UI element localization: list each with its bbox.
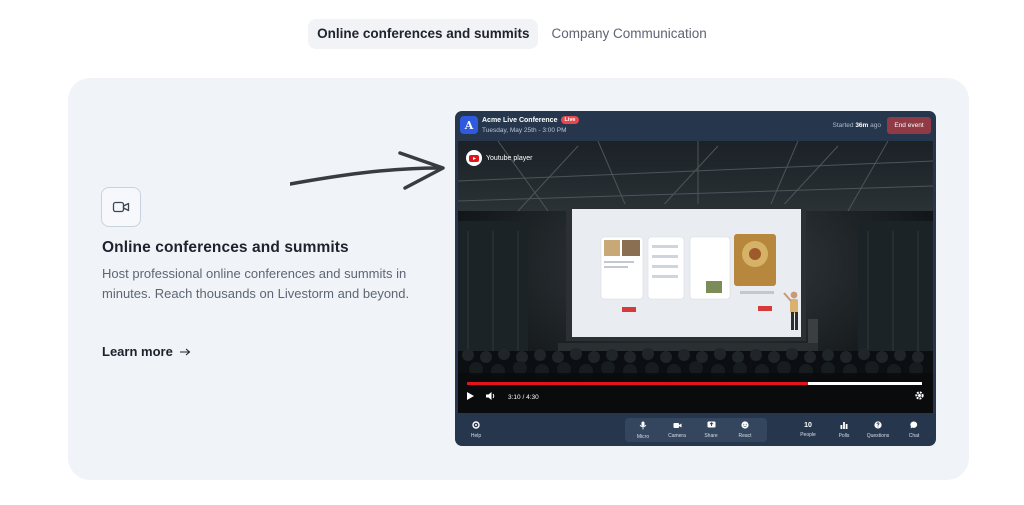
camera-label: Camera (668, 432, 686, 439)
help-icon (472, 421, 480, 431)
play-icon[interactable] (466, 388, 475, 406)
started-suffix: ago (870, 122, 881, 129)
learn-more-label: Learn more (102, 344, 173, 359)
help-label: Help (470, 433, 482, 439)
started-prefix: Started (832, 122, 854, 129)
emoji-icon (741, 421, 749, 431)
feature-card: Online conferences and summits Host prof… (68, 78, 969, 480)
youtube-player-text: Youtube player (486, 154, 533, 162)
video-progress-fill (467, 382, 809, 385)
react-button[interactable]: React (733, 414, 757, 446)
event-toolbar: Help Micro Camera Share React 10 People … (455, 414, 936, 446)
app-window: A Acme Live Conference Live Tuesday, May… (455, 111, 936, 446)
hand-drawn-arrow-icon (288, 150, 450, 201)
questions-button[interactable]: Questions (863, 414, 893, 446)
video-controls: 3:10 / 4:30 (466, 390, 925, 404)
learn-more-link[interactable]: Learn more (102, 344, 191, 359)
end-event-button[interactable]: End event (887, 117, 931, 134)
event-avatar: A (460, 116, 478, 134)
people-label: People (800, 432, 816, 438)
microphone-icon (639, 421, 647, 432)
live-badge: Live (561, 116, 579, 124)
help-button[interactable]: Help (469, 414, 483, 446)
people-button[interactable]: 10 People (797, 414, 819, 446)
chat-button[interactable]: Chat (905, 414, 923, 446)
gear-icon[interactable] (914, 388, 925, 406)
started-value: 36m (855, 122, 869, 129)
event-title: Acme Live Conference (482, 116, 558, 124)
micro-button[interactable]: Micro (631, 414, 655, 446)
tab-online-conferences[interactable]: Online conferences and summits (308, 19, 539, 49)
chat-bubble-icon (910, 421, 918, 431)
questions-label: Questions (866, 433, 890, 439)
video-player[interactable]: Youtube player 3:10 / 4:30 (458, 141, 933, 413)
video-progress-bar[interactable] (467, 382, 922, 385)
bar-chart-icon (840, 421, 848, 431)
people-count: 10 (804, 422, 812, 429)
volume-icon[interactable] (485, 388, 496, 406)
youtube-player-label: Youtube player (466, 150, 532, 166)
youtube-icon (466, 150, 482, 166)
started-status: Started 36m ago (833, 122, 881, 129)
feature-description: Host professional online conferences and… (102, 266, 410, 301)
micro-label: Micro (636, 433, 650, 440)
camera-icon (673, 422, 682, 431)
tab-company-communication[interactable]: Company Communication (542, 19, 715, 49)
arrow-right-icon (179, 344, 191, 359)
camera-button[interactable]: Camera (663, 414, 691, 446)
share-label: Share (704, 433, 718, 439)
polls-button[interactable]: Polls (835, 414, 853, 446)
tab-bar: Online conferences and summits Company C… (0, 19, 1024, 49)
stage-scene-image (458, 141, 933, 413)
event-title-row: Acme Live Conference Live (482, 116, 579, 124)
share-screen-icon (707, 421, 716, 431)
react-label: React (738, 433, 752, 439)
app-header: A Acme Live Conference Live Tuesday, May… (455, 111, 936, 140)
question-icon (874, 421, 882, 431)
feature-title: Online conferences and summits (102, 239, 349, 256)
video-camera-icon (101, 187, 141, 227)
video-time: 3:10 / 4:30 (508, 393, 539, 401)
event-date: Tuesday, May 25th - 3:00 PM (482, 127, 567, 134)
chat-label: Chat (908, 433, 920, 439)
polls-label: Polls (838, 433, 850, 439)
share-button[interactable]: Share (699, 414, 723, 446)
